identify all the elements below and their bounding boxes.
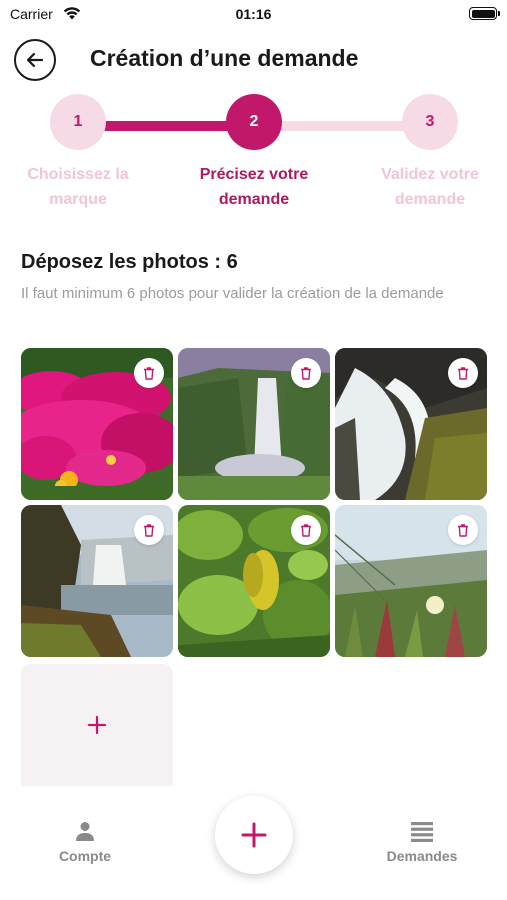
back-button[interactable] xyxy=(14,39,56,81)
photos-section-title: Déposez les photos : 6 xyxy=(21,251,238,273)
trash-icon xyxy=(458,366,468,380)
delete-photo-button[interactable] xyxy=(291,515,321,545)
page-title: Création d’une demande xyxy=(90,45,359,71)
trash-icon xyxy=(458,523,468,537)
photo-tile[interactable] xyxy=(21,505,173,657)
plus-icon xyxy=(241,822,267,848)
step-connector-pending xyxy=(276,121,409,131)
photo-tile[interactable] xyxy=(335,348,487,500)
delete-photo-button[interactable] xyxy=(134,358,164,388)
step-3-label: Validez votre demande xyxy=(381,166,479,208)
step-1-label: Choisissez la marque xyxy=(27,166,129,208)
new-request-fab[interactable] xyxy=(215,796,293,874)
add-photo-button[interactable] xyxy=(21,664,173,786)
battery-icon xyxy=(469,7,500,20)
delete-photo-button[interactable] xyxy=(134,515,164,545)
clock: 01:16 xyxy=(235,6,272,22)
photos-section-subtitle: Il faut minimum 6 photos pour valider la… xyxy=(21,285,444,302)
nav-item-demandes[interactable]: Demandes xyxy=(362,820,482,866)
delete-photo-button[interactable] xyxy=(448,358,478,388)
step-2-circle[interactable]: 2 xyxy=(226,94,282,150)
photo-tile[interactable] xyxy=(335,505,487,657)
photo-tile[interactable] xyxy=(178,505,330,657)
trash-icon xyxy=(144,523,154,537)
step-connector-completed xyxy=(100,121,232,131)
photo-tile[interactable] xyxy=(21,348,173,500)
plus-icon xyxy=(87,715,107,735)
status-bar: Carrier 01:16 xyxy=(0,0,507,30)
arrow-left-icon xyxy=(26,52,44,68)
nav-item-compte[interactable]: Compte xyxy=(25,820,145,866)
step-2-label: Précisez votre demande xyxy=(199,166,309,208)
trash-icon xyxy=(301,523,311,537)
step-1-circle[interactable]: 1 xyxy=(50,94,106,150)
bottom-navigation: Compte Demandes xyxy=(0,786,507,900)
nav-label-demandes: Demandes xyxy=(386,848,458,864)
trash-icon xyxy=(301,366,311,380)
nav-label-compte: Compte xyxy=(58,848,112,864)
list-icon xyxy=(411,822,433,842)
delete-photo-button[interactable] xyxy=(291,358,321,388)
stepper: 1 2 3 Choisissez la marque Précisez votr… xyxy=(0,94,507,214)
delete-photo-button[interactable] xyxy=(448,515,478,545)
photo-tile[interactable] xyxy=(178,348,330,500)
trash-icon xyxy=(144,366,154,380)
step-3-circle[interactable]: 3 xyxy=(402,94,458,150)
person-icon xyxy=(76,822,94,841)
